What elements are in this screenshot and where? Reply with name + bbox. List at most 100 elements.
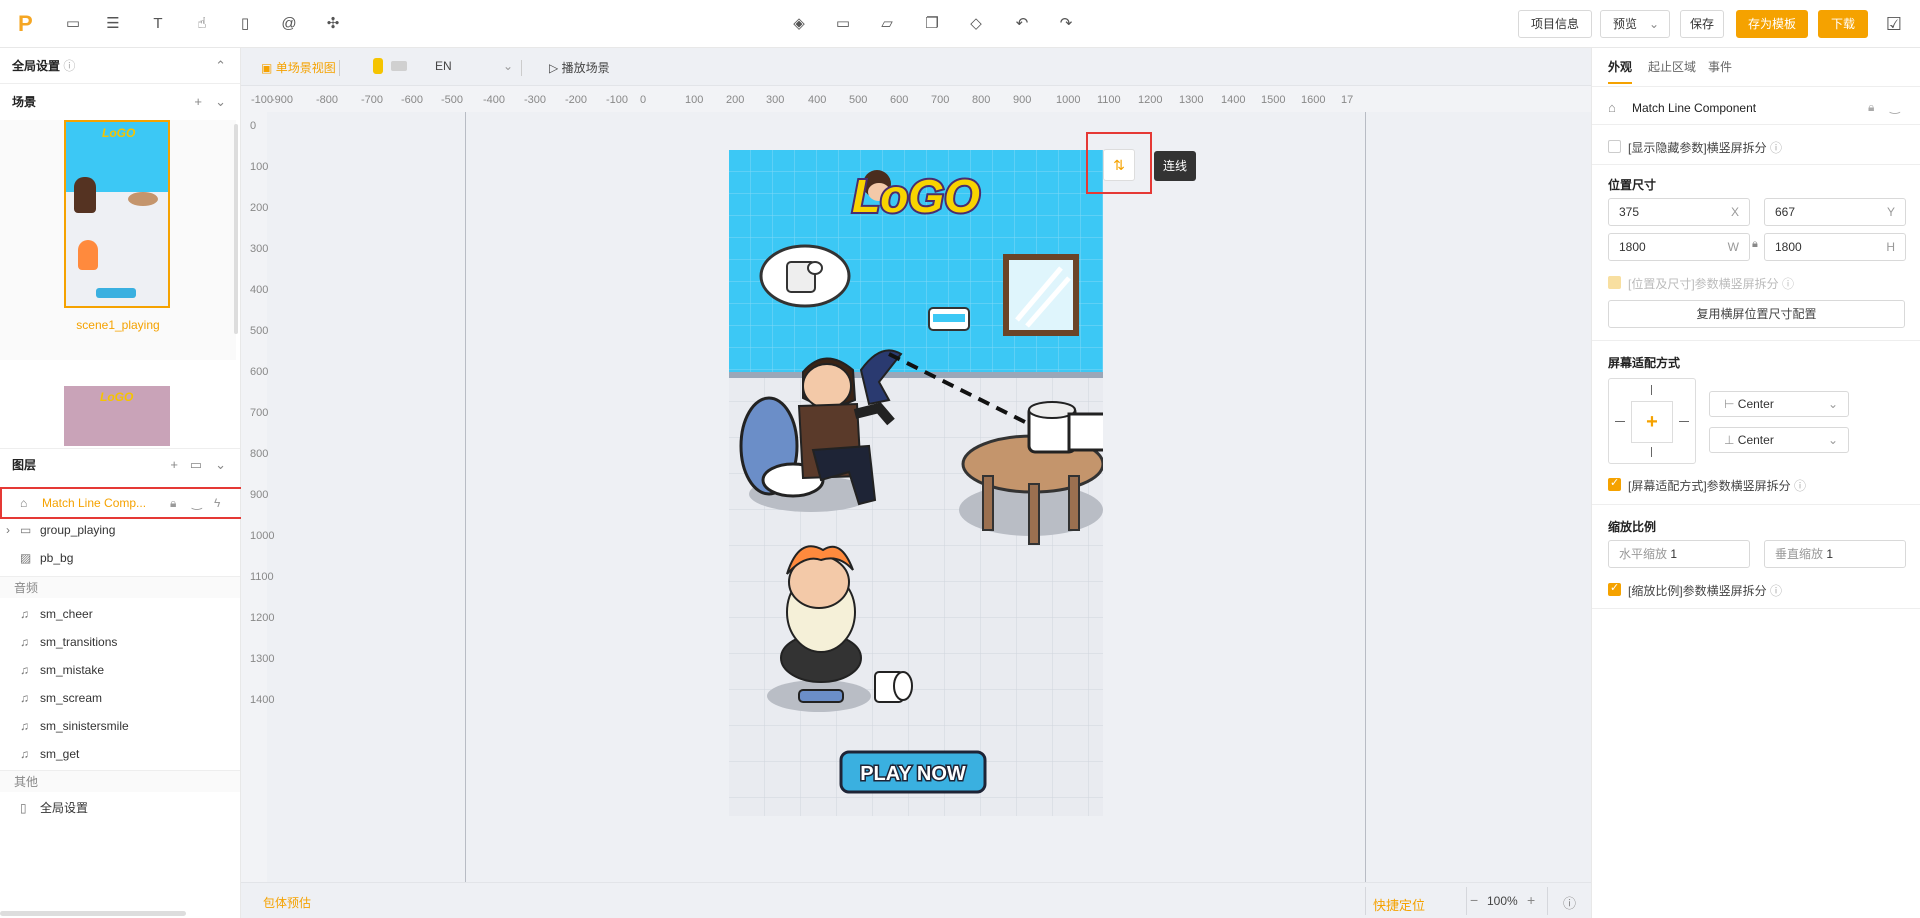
package-size-estimate[interactable]: 包体预估 bbox=[263, 894, 311, 911]
y-input[interactable]: 667 Y bbox=[1764, 198, 1906, 226]
text-icon[interactable]: T bbox=[148, 14, 168, 34]
help-icon[interactable]: ⓘ bbox=[1770, 141, 1782, 155]
w-input[interactable]: 1800 W bbox=[1608, 233, 1750, 261]
scene-scrollbar[interactable] bbox=[234, 124, 238, 334]
ruler-top-tick: -800 bbox=[316, 94, 339, 106]
anchor-center-icon[interactable]: + bbox=[1631, 401, 1673, 443]
portrait-toggle[interactable] bbox=[373, 58, 383, 74]
folder-open-icon[interactable]: ▱ bbox=[877, 14, 897, 34]
preview-dropdown[interactable]: 预览 ⌄ bbox=[1600, 10, 1670, 38]
at-icon[interactable]: @ bbox=[279, 14, 299, 34]
scale-split-checkbox[interactable] bbox=[1608, 581, 1621, 596]
chevron-right-icon[interactable]: › bbox=[6, 516, 10, 544]
anchor-picker[interactable]: + bbox=[1608, 378, 1696, 464]
connect-line-icon[interactable]: ⇅ bbox=[1103, 149, 1135, 181]
pos-split-checkbox[interactable] bbox=[1608, 276, 1621, 289]
layers-title: 图层 bbox=[12, 458, 37, 472]
lock-icon[interactable]: 🔒︎ bbox=[170, 489, 176, 517]
single-scene-view-toggle[interactable]: ▣ 单场景视图 bbox=[261, 59, 336, 76]
audio-item[interactable]: ♫ sm_sinistersmile bbox=[0, 712, 240, 740]
layer-pb-bg[interactable]: ▨ pb_bg bbox=[0, 544, 240, 572]
aspect-lock-icon[interactable]: 🔒︎ bbox=[1752, 238, 1758, 251]
tab-start-end-area[interactable]: 起止区域 bbox=[1648, 58, 1696, 75]
add-scene-icon[interactable]: + bbox=[194, 84, 202, 120]
download-button[interactable]: 下载 bbox=[1818, 10, 1868, 38]
audio-item[interactable]: ♫ sm_get bbox=[0, 740, 240, 768]
chevron-down-icon[interactable]: ⌄ bbox=[215, 449, 226, 481]
left-h-scrollbar[interactable] bbox=[0, 911, 186, 916]
folder-icon[interactable]: ▭ bbox=[833, 14, 853, 34]
global-settings-header[interactable]: 全局设置 ⓘ ⌃ bbox=[0, 48, 240, 84]
hand-pointer-icon[interactable]: ☝ bbox=[192, 14, 212, 34]
horizontal-align-select[interactable]: ⊢ Center ⌄ bbox=[1709, 391, 1849, 417]
landscape-toggle[interactable] bbox=[391, 61, 407, 71]
layout-icon[interactable]: ☰ bbox=[103, 14, 123, 34]
folder-add-icon[interactable]: ▭ bbox=[190, 449, 202, 481]
scene2-thumbnail[interactable]: LoGO bbox=[64, 386, 170, 446]
ruler-top-tick: 17 bbox=[1341, 94, 1354, 106]
chevron-up-icon[interactable]: ⌃ bbox=[215, 48, 226, 84]
project-info-button[interactable]: 项目信息 bbox=[1518, 10, 1592, 38]
v-scale-value: 1 bbox=[1826, 547, 1834, 561]
help-icon[interactable]: ⓘ bbox=[1782, 277, 1794, 291]
inbox-icon[interactable]: ▭ bbox=[63, 14, 83, 34]
ruler-top-tick: 500 bbox=[849, 94, 868, 106]
adapt-split-checkbox[interactable] bbox=[1608, 476, 1621, 491]
show-hidden-checkbox[interactable] bbox=[1608, 140, 1621, 153]
zoom-out-icon[interactable]: − bbox=[1470, 892, 1478, 908]
reuse-landscape-config-button[interactable]: 复用横屏位置尺寸配置 bbox=[1608, 300, 1905, 328]
audio-item[interactable]: ♫ sm_scream bbox=[0, 684, 240, 712]
eye-hidden-icon[interactable]: ‿ bbox=[1890, 100, 1900, 114]
chevron-down-icon[interactable]: ⌄ bbox=[215, 84, 226, 120]
help-icon[interactable]: ⓘ bbox=[1770, 584, 1782, 598]
audio-item[interactable]: ♫ sm_mistake bbox=[0, 656, 240, 684]
top-toolbar: P ▭ ☰ T ☝ ▯ @ ✣ ◈ ▭ ▱ ❐ ◇ ↶ ↷ 项目信息 预览 ⌄ 保… bbox=[0, 0, 1920, 48]
phone-icon[interactable]: ▯ bbox=[235, 14, 255, 34]
help-icon[interactable]: ⓘ bbox=[1563, 893, 1576, 912]
eraser-icon[interactable]: ◇ bbox=[966, 14, 986, 34]
help-icon[interactable]: ⓘ bbox=[1794, 479, 1806, 493]
h-scale-input[interactable]: 水平缩放 1 bbox=[1608, 540, 1750, 568]
music-note-icon: ♫ bbox=[20, 607, 29, 621]
vertical-align-select[interactable]: ⊥ Center ⌄ bbox=[1709, 427, 1849, 453]
game-stage[interactable]: LoGO PLAY NOW bbox=[729, 150, 1103, 816]
add-layer-icon[interactable]: + bbox=[170, 449, 178, 481]
scene-card[interactable]: LoGO scene1_playing bbox=[0, 120, 236, 360]
plugin-icon[interactable]: ✣ bbox=[323, 14, 343, 34]
save-button[interactable]: 保存 bbox=[1680, 10, 1724, 38]
h-input[interactable]: 1800 H bbox=[1764, 233, 1906, 261]
ruler-top-tick: 900 bbox=[1013, 94, 1032, 106]
tab-appearance[interactable]: 外观 bbox=[1608, 58, 1632, 75]
lightning-icon[interactable]: ϟ bbox=[214, 489, 220, 517]
lock-icon[interactable]: 🔒︎ bbox=[1868, 100, 1874, 115]
x-input[interactable]: 375 X bbox=[1608, 198, 1750, 226]
thumb-table bbox=[128, 192, 158, 206]
undo-icon[interactable]: ↶ bbox=[1012, 14, 1032, 34]
redo-icon[interactable]: ↷ bbox=[1056, 14, 1076, 34]
save-template-button[interactable]: 存为模板 bbox=[1736, 10, 1808, 38]
audio-item[interactable]: ♫ sm_transitions bbox=[0, 628, 240, 656]
audio-section-header: 音频 bbox=[0, 576, 240, 598]
v-scale-input[interactable]: 垂直缩放 1 bbox=[1764, 540, 1906, 568]
layer-group-playing[interactable]: › ▭ group_playing bbox=[0, 516, 240, 544]
quick-locate-button[interactable]: 快捷定位 bbox=[1373, 895, 1425, 914]
scene-thumbnail[interactable]: LoGO bbox=[64, 120, 170, 308]
help-icon[interactable]: ⓘ bbox=[63, 59, 75, 73]
language-select[interactable]: EN ⌄ bbox=[435, 59, 513, 77]
copy-icon[interactable]: ❐ bbox=[922, 14, 942, 34]
eye-hidden-icon[interactable]: ‿ bbox=[192, 489, 202, 517]
ruler-left-tick: 1000 bbox=[250, 530, 275, 542]
divider bbox=[339, 60, 340, 76]
zoom-in-icon[interactable]: + bbox=[1527, 892, 1535, 908]
layers-icon[interactable]: ◈ bbox=[789, 14, 809, 34]
play-scene-button[interactable]: ▷ 播放场景 bbox=[549, 59, 610, 76]
other-global-settings[interactable]: ▯ 全局设置 bbox=[0, 794, 240, 822]
layer-match-line[interactable]: ⌂ Match Line Comp... 🔒︎ ‿ ϟ bbox=[0, 487, 244, 519]
ruler-top-tick: 1000 bbox=[1056, 94, 1081, 106]
y-value: 667 bbox=[1775, 205, 1796, 219]
h-value: 1800 bbox=[1775, 240, 1802, 254]
checklist-icon[interactable]: ☑ bbox=[1884, 14, 1904, 34]
ruler-left-tick: 900 bbox=[250, 489, 269, 501]
audio-item[interactable]: ♫ sm_cheer bbox=[0, 600, 240, 628]
tab-events[interactable]: 事件 bbox=[1708, 58, 1732, 75]
